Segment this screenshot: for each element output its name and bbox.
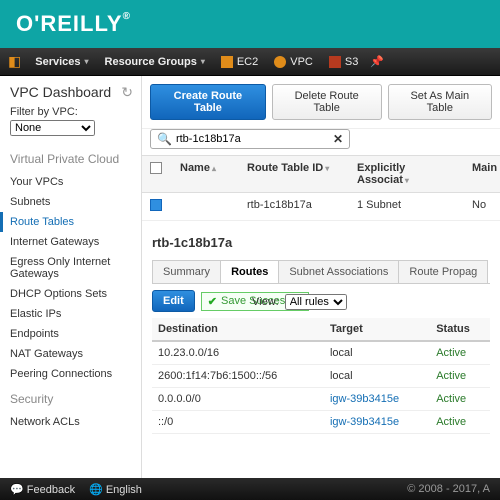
detail-tabs: Summary Routes Subnet Associations Route… [152, 260, 490, 284]
language-link[interactable]: 🌐 English [89, 483, 142, 496]
tab-route-propagation[interactable]: Route Propag [398, 260, 488, 283]
filter-vpc-select[interactable]: None [10, 120, 95, 136]
route-table-grid: Name▴ Route Table ID▾ Explicitly Associa… [142, 155, 500, 221]
vpc-icon [274, 56, 286, 68]
sidebar-item[interactable]: Endpoints [10, 324, 141, 344]
search-field[interactable]: 🔍 ✕ [150, 129, 350, 149]
table-row[interactable]: rtb-1c18b17a 1 Subnet No [142, 193, 500, 221]
nav-shortcut-ec2[interactable]: EC2 [213, 56, 266, 68]
col-main[interactable]: Main [464, 156, 500, 192]
col-name[interactable]: Name▴ [172, 156, 239, 192]
sidebar-item[interactable]: Network ACLs [10, 412, 141, 432]
route-dest: ::/0 [152, 411, 324, 434]
clear-search-icon[interactable]: ✕ [333, 132, 343, 146]
col-rtid[interactable]: Route Table ID▾ [239, 156, 349, 192]
detail-title: rtb-1c18b17a [152, 235, 490, 250]
pin-icon[interactable]: 📌 [370, 55, 384, 68]
feedback-link[interactable]: 💬 Feedback [10, 483, 75, 496]
check-icon: ✔ [208, 295, 217, 308]
sidebar-item[interactable]: DHCP Options Sets [10, 284, 141, 304]
route-row: 0.0.0.0/0igw-39b3415eActive [152, 388, 490, 411]
delete-route-table-button[interactable]: Delete Route Table [272, 84, 382, 120]
route-target[interactable]: igw-39b3415e [324, 411, 430, 434]
route-row: 10.23.0.0/16localActive [152, 341, 490, 365]
route-row: 2600:1f14:7b6:1500::/56localActive [152, 365, 490, 388]
nav-shortcut-s3[interactable]: S3 [321, 56, 366, 68]
route-target: local [324, 341, 430, 365]
copyright: © 2008 - 2017, A [407, 483, 490, 495]
route-dest: 2600:1f14:7b6:1500::/56 [152, 365, 324, 388]
chevron-down-icon: ▾ [201, 57, 205, 66]
nav-resource-groups[interactable]: Resource Groups ▾ [97, 56, 213, 68]
sidebar-item[interactable]: NAT Gateways [10, 344, 141, 364]
route-row: ::/0igw-39b3415eActive [152, 411, 490, 434]
route-target[interactable]: igw-39b3415e [324, 388, 430, 411]
content: Create Route Table Delete Route Table Se… [142, 76, 500, 478]
route-status: Active [430, 388, 490, 411]
aws-logo-icon[interactable]: ◧ [8, 53, 21, 70]
col-assoc[interactable]: Explicitly Associat▾ [349, 156, 464, 192]
col-checkbox[interactable] [142, 156, 172, 192]
col-destination[interactable]: Destination [152, 318, 324, 341]
sidebar-item[interactable]: Route Tables [0, 212, 141, 232]
sidebar-item[interactable]: Elastic IPs [10, 304, 141, 324]
filter-label: Filter by VPC: [10, 106, 141, 118]
sidebar-item[interactable]: Subnets [10, 192, 141, 212]
chevron-down-icon: ▾ [85, 57, 89, 66]
sidebar-item[interactable]: Internet Gateways [10, 232, 141, 252]
route-status: Active [430, 411, 490, 434]
tab-subnet-assoc[interactable]: Subnet Associations [278, 260, 399, 283]
view-select[interactable]: All rules [285, 294, 347, 310]
sidebar-item[interactable]: Egress Only Internet Gateways [10, 252, 141, 284]
route-dest: 10.23.0.0/16 [152, 341, 324, 365]
top-nav: ◧ Services ▾ Resource Groups ▾ EC2 VPC S… [0, 48, 500, 76]
search-icon: 🔍 [157, 132, 172, 146]
route-target: local [324, 365, 430, 388]
route-status: Active [430, 341, 490, 365]
footer: 💬 Feedback 🌐 English © 2008 - 2017, A [0, 478, 500, 500]
search-input[interactable] [176, 133, 333, 145]
search-bar: 🔍 ✕ [142, 129, 500, 155]
route-status: Active [430, 365, 490, 388]
s3-icon [329, 56, 341, 68]
sidebar-group-security: Security [10, 392, 141, 406]
nav-services[interactable]: Services ▾ [27, 56, 96, 68]
tab-routes[interactable]: Routes [220, 260, 279, 283]
brand-logo: O'REILLY® [16, 11, 131, 37]
route-dest: 0.0.0.0/0 [152, 388, 324, 411]
refresh-icon[interactable]: ↻ [121, 84, 133, 101]
row-checkbox[interactable] [150, 199, 162, 211]
tab-summary[interactable]: Summary [152, 260, 221, 283]
col-target[interactable]: Target [324, 318, 430, 341]
sidebar: ↻ VPC Dashboard Filter by VPC: None Virt… [0, 76, 142, 478]
create-route-table-button[interactable]: Create Route Table [150, 84, 266, 120]
col-status[interactable]: Status [430, 318, 490, 341]
brand-bar: O'REILLY® [0, 0, 500, 48]
sidebar-group-vpc: Virtual Private Cloud [10, 152, 141, 166]
routes-table: Destination Target Status 10.23.0.0/16lo… [152, 318, 490, 434]
nav-shortcut-vpc[interactable]: VPC [266, 56, 321, 68]
toolbar: Create Route Table Delete Route Table Se… [142, 76, 500, 129]
ec2-icon [221, 56, 233, 68]
view-label: View: [252, 296, 279, 308]
edit-button[interactable]: Edit [152, 290, 195, 312]
detail-pane: rtb-1c18b17a Summary Routes Subnet Assoc… [142, 221, 500, 442]
sidebar-item[interactable]: Your VPCs [10, 172, 141, 192]
set-main-table-button[interactable]: Set As Main Table [388, 84, 492, 120]
sidebar-item[interactable]: Peering Connections [10, 364, 141, 384]
